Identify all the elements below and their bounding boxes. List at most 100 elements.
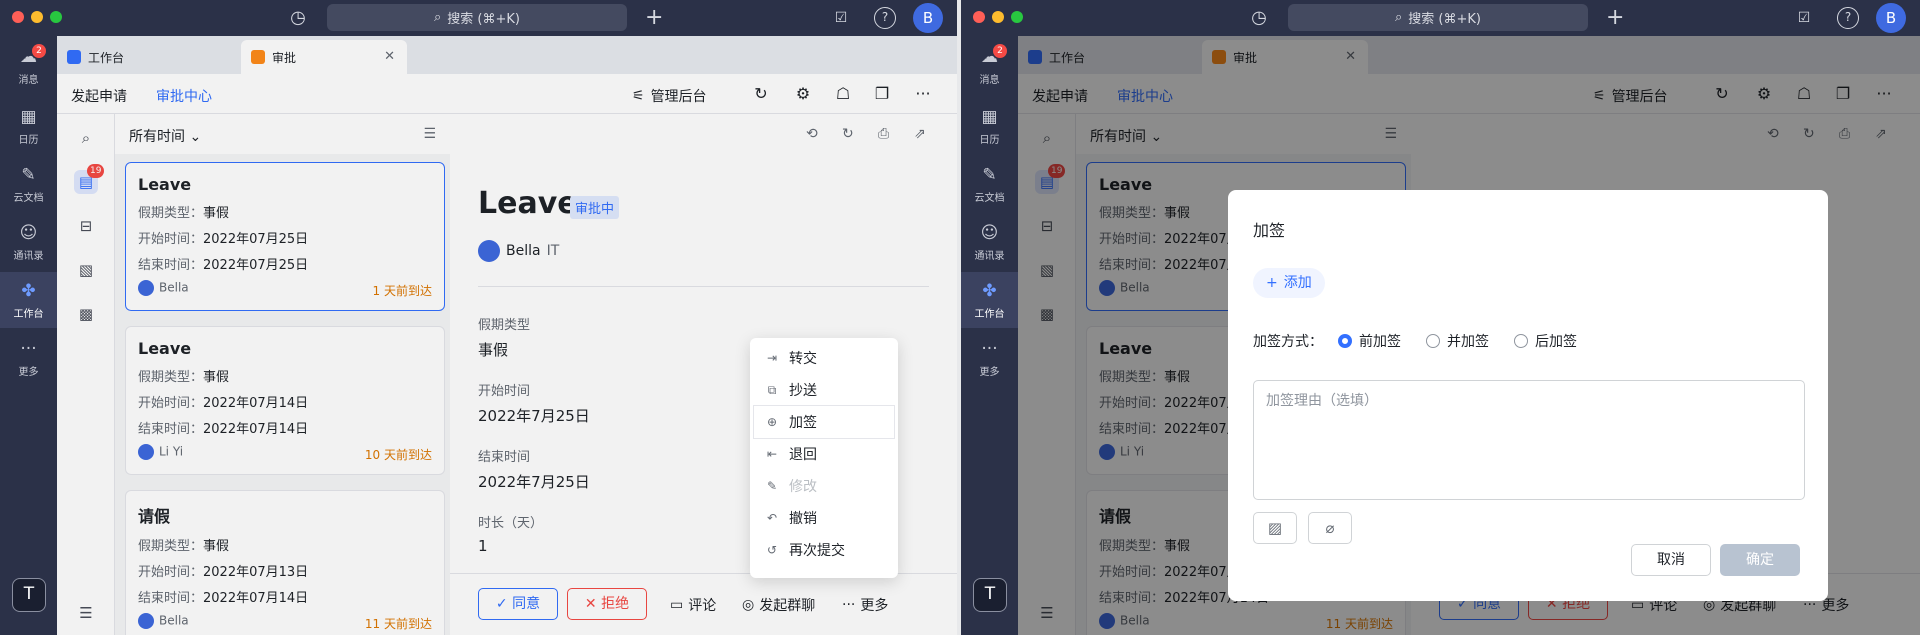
- nav-item-messages[interactable]: ☁ 消息 2: [0, 44, 57, 86]
- help-icon[interactable]: ?: [1837, 7, 1859, 29]
- cancel-button[interactable]: 取消: [1631, 544, 1711, 576]
- close-tab-icon[interactable]: ✕: [384, 49, 395, 64]
- radio-label: 前加签: [1359, 334, 1401, 350]
- field-value: 1: [478, 537, 488, 555]
- minimize-window-button[interactable]: [31, 11, 43, 23]
- field-value: 事假: [203, 370, 230, 385]
- field-value: 2022年7月25日: [478, 407, 590, 425]
- nav-item-docs[interactable]: ✎ 云文档: [961, 164, 1018, 204]
- title-bar: ◷ ⌕ 搜索 (⌘+K) + ☑ ? B: [0, 0, 957, 36]
- new-plus-icon[interactable]: +: [645, 4, 663, 31]
- menu-item-cc[interactable]: ⧉ 抄送: [754, 374, 894, 406]
- inbox-tray-icon[interactable]: ☑: [1793, 7, 1815, 29]
- close-window-button[interactable]: [12, 11, 24, 23]
- maximize-window-button[interactable]: [50, 11, 62, 23]
- archive-icon[interactable]: ⊟: [74, 214, 98, 238]
- refresh-icon[interactable]: ↻: [751, 84, 771, 104]
- image-upload-icon[interactable]: ▨: [1253, 512, 1297, 544]
- menu-item-revoke[interactable]: ↶ 撤销: [754, 502, 894, 534]
- radio-parallel-sign[interactable]: 并加签: [1426, 331, 1489, 351]
- menu-item-transfer[interactable]: ⇥ 转交: [754, 342, 894, 374]
- workspace-switch-button[interactable]: T: [973, 578, 1007, 612]
- gear-icon[interactable]: ⚙: [793, 84, 813, 104]
- history-icon[interactable]: ◷: [1247, 6, 1271, 30]
- radio-before-sign[interactable]: 前加签: [1338, 331, 1401, 351]
- menu-item-return[interactable]: ⇤ 退回: [754, 438, 894, 470]
- collapse-menu-icon[interactable]: ☰: [74, 601, 98, 625]
- radio-after-sign[interactable]: 后加签: [1514, 331, 1577, 351]
- document-icon: ✎: [982, 165, 997, 185]
- comment-button[interactable]: ▭ 评论: [670, 595, 716, 615]
- new-plus-icon[interactable]: +: [1606, 4, 1624, 31]
- nav-item-contacts[interactable]: ☺ 通讯录: [0, 222, 57, 262]
- reject-button[interactable]: ✕ 拒绝: [567, 588, 647, 620]
- left-navigation: ☁ 消息 2 ▦ 日历 ✎ 云文档 ☺ 通讯录 ✤ 工作台 ··· 更多 T: [961, 36, 1018, 635]
- card-arrival: 1 天前到达: [372, 284, 432, 298]
- user-avatar[interactable]: B: [1876, 3, 1906, 33]
- field-label: 开始时间: [478, 384, 531, 399]
- mode-label: 加签方式：: [1253, 334, 1323, 350]
- bot-icon[interactable]: ☖: [833, 84, 853, 104]
- field-label: 假期类型：: [138, 206, 204, 221]
- share-icon[interactable]: ⇗: [914, 126, 926, 142]
- confirm-button[interactable]: 确定: [1720, 544, 1800, 576]
- more-actions-button[interactable]: ··· 更多: [842, 595, 888, 615]
- nav-item-contacts[interactable]: ☺ 通讯录: [961, 222, 1018, 262]
- left-navigation: ☁ 消息 2 ▦ 日历 ✎ 云文档 ☺ 通讯录 ✤ 工作台 ··· 更多 T: [0, 36, 57, 635]
- field-label: 时长（天）: [478, 516, 544, 531]
- list-item[interactable]: Leave 假期类型：事假 开始时间：2022年07月14日 结束时间：2022…: [125, 326, 445, 475]
- field-label: 结束时间：: [138, 258, 204, 273]
- tab-initiate[interactable]: 发起申请: [71, 86, 127, 106]
- tab-approval-center[interactable]: 审批中心: [156, 86, 212, 116]
- modal-backdrop[interactable]: 加签 + 添加 加签方式： 前加签 并加签 后加签 加签理由（选填） ▨ ⌀ 取…: [1018, 36, 1920, 635]
- search-icon[interactable]: ⌕: [74, 126, 98, 150]
- user-avatar[interactable]: B: [913, 3, 943, 33]
- tab-label: 工作台: [88, 50, 125, 65]
- nav-item-docs[interactable]: ✎ 云文档: [0, 164, 57, 204]
- submitted-icon[interactable]: ▧: [74, 258, 98, 282]
- search-bar[interactable]: ⌕ 搜索 (⌘+K): [1288, 4, 1588, 31]
- apps-grid-icon: ✤: [21, 281, 36, 301]
- menu-item-resubmit[interactable]: ↺ 再次提交: [754, 534, 894, 566]
- group-chat-button[interactable]: ◎ 发起群聊: [742, 595, 815, 615]
- refresh-icon[interactable]: ↻: [842, 126, 854, 142]
- add-signer-icon: ⊕: [766, 415, 778, 429]
- cc-icon[interactable]: ▩: [74, 302, 98, 326]
- tab-approval[interactable]: 审批 ✕: [241, 40, 407, 74]
- print-icon[interactable]: ⎙: [878, 126, 889, 142]
- nav-item-more[interactable]: ··· 更多: [961, 338, 1018, 378]
- pencil-icon: ✎: [766, 479, 778, 493]
- time-filter-dropdown[interactable]: 所有时间 ⌄: [129, 126, 201, 146]
- reason-textarea[interactable]: 加签理由（选填）: [1253, 380, 1805, 500]
- search-bar[interactable]: ⌕ 搜索 (⌘+K): [327, 4, 627, 31]
- workspace-switch-button[interactable]: T: [12, 578, 46, 612]
- window-icon[interactable]: ❐: [872, 84, 892, 104]
- approval-app-icon: [251, 50, 265, 64]
- list-item[interactable]: Leave 假期类型：事假 开始时间：2022年07月25日 结束时间：2022…: [125, 162, 445, 311]
- attachment-icon[interactable]: ⌀: [1308, 512, 1352, 544]
- more-options-icon[interactable]: ···: [913, 84, 933, 104]
- sort-icon[interactable]: ☰: [423, 126, 436, 142]
- inbox-tray-icon[interactable]: ☑: [830, 7, 852, 29]
- nav-item-more[interactable]: ··· 更多: [0, 338, 57, 378]
- approve-button[interactable]: ✓ 同意: [478, 588, 558, 620]
- copy-icon: ⧉: [767, 382, 777, 397]
- tab-workbench[interactable]: 工作台: [57, 40, 237, 74]
- rotate-icon[interactable]: ⟲: [806, 126, 818, 142]
- maximize-window-button[interactable]: [1011, 11, 1023, 23]
- menu-item-add-signer[interactable]: ⊕ 加签: [754, 406, 894, 438]
- minimize-window-button[interactable]: [992, 11, 1004, 23]
- help-icon[interactable]: ?: [874, 7, 896, 29]
- admin-console-button[interactable]: ⚟ 管理后台: [632, 86, 707, 106]
- messages-badge: 2: [993, 44, 1007, 58]
- nav-item-calendar[interactable]: ▦ 日历: [961, 106, 1018, 146]
- history-icon[interactable]: ◷: [286, 6, 310, 30]
- list-item[interactable]: 请假 假期类型：事假 开始时间：2022年07月13日 结束时间：2022年07…: [125, 490, 445, 635]
- nav-item-calendar[interactable]: ▦ 日历: [0, 106, 57, 146]
- close-window-button[interactable]: [973, 11, 985, 23]
- nav-item-messages[interactable]: ☁ 消息 2: [961, 44, 1018, 86]
- nav-item-workplace[interactable]: ✤ 工作台: [0, 272, 57, 328]
- add-signer-button[interactable]: + 添加: [1253, 268, 1325, 298]
- nav-item-workplace[interactable]: ✤ 工作台: [961, 272, 1018, 328]
- menu-label: 抄送: [789, 383, 817, 399]
